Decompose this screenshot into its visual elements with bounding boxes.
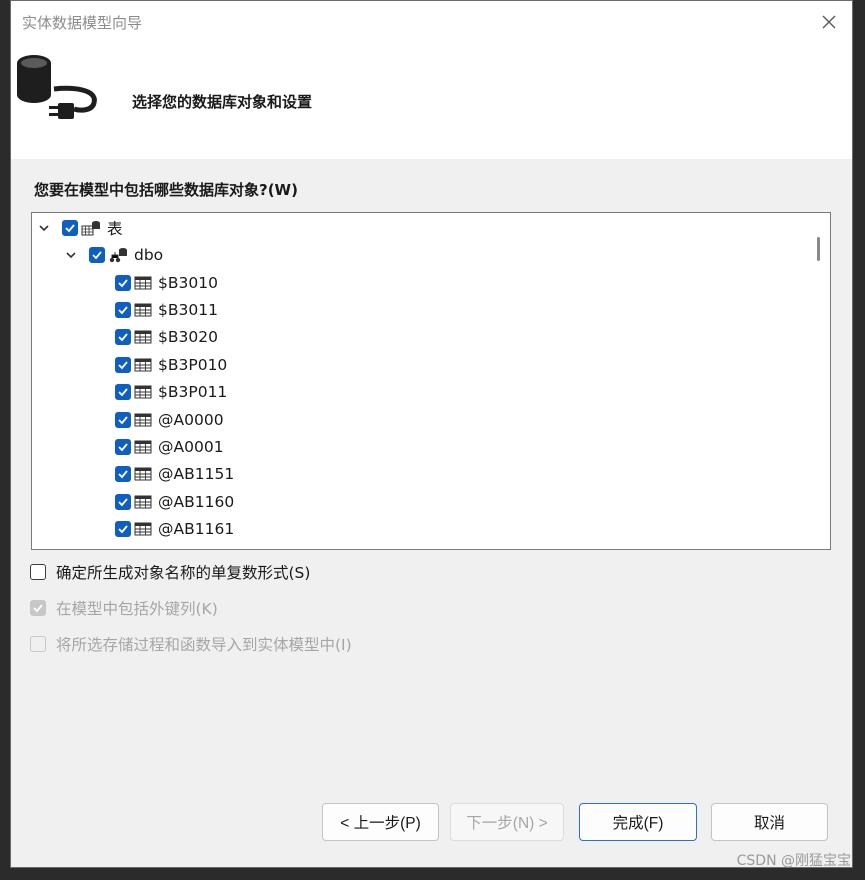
watermark: CSDN @刚猛宝宝: [736, 853, 851, 869]
table-label: @AB1151: [158, 465, 235, 484]
checkmark-icon: [118, 525, 128, 534]
header-title: 选择您的数据库对象和设置: [132, 93, 313, 111]
tree-node-schema-dbo[interactable]: dbo: [32, 241, 163, 268]
checkmark-icon: [118, 443, 128, 452]
chevron-down-icon[interactable]: [37, 221, 51, 235]
database-objects-tree[interactable]: 表 dbo $B3010 $B3011 $B3020 $B3P010 $B3P011 @A: [31, 212, 831, 550]
table-checkbox[interactable]: [115, 411, 131, 428]
schema-icon: [108, 246, 128, 264]
table-icon: [134, 412, 152, 428]
tree-node-label: 表: [107, 219, 123, 238]
window-title: 实体数据模型向导: [22, 14, 143, 32]
checkmark-icon: [118, 415, 128, 424]
table-label: $B3P010: [158, 355, 228, 374]
table-label: $B3020: [158, 328, 218, 347]
table-icon: [134, 329, 152, 345]
table-checkbox[interactable]: [115, 274, 131, 291]
table-label: $B3011: [158, 300, 218, 319]
tree-node-table[interactable]: $B3011: [32, 296, 218, 323]
checkmark-icon: [118, 306, 128, 315]
chevron-down-icon[interactable]: [64, 248, 78, 262]
pluralize-label: 确定所生成对象名称的单复数形式(S): [56, 564, 311, 582]
dbo-checkbox[interactable]: [89, 246, 105, 263]
tree-node-table[interactable]: $B3P010: [32, 351, 227, 378]
checkmark-icon: [118, 470, 128, 479]
table-icon: [134, 521, 152, 537]
tree-node-table[interactable]: @AB1160: [32, 488, 234, 515]
table-label: @AB1161: [158, 520, 235, 539]
tables-folder-icon: [81, 219, 101, 237]
table-checkbox[interactable]: [115, 356, 131, 373]
tree-node-table[interactable]: @AB1161: [32, 516, 234, 543]
table-icon: [134, 466, 152, 482]
import-procedures-checkbox: [30, 636, 46, 652]
wizard-header: 选择您的数据库对象和设置: [11, 43, 852, 159]
tree-scrollbar[interactable]: [808, 213, 830, 549]
table-icon: [134, 439, 152, 455]
back-button[interactable]: < 上一步(P): [322, 803, 439, 841]
option-foreign-key-columns: 在模型中包括外键列(K): [30, 597, 218, 619]
table-icon: [134, 494, 152, 510]
tree-node-tables[interactable]: 表: [32, 214, 123, 241]
tree-node-label: dbo: [134, 245, 164, 264]
checkmark-icon: [118, 361, 128, 370]
table-checkbox[interactable]: [115, 329, 131, 346]
checkmark-icon: [65, 223, 75, 232]
foreign-key-label: 在模型中包括外键列(K): [56, 600, 218, 618]
partial-row-checkbox[interactable]: [115, 548, 131, 549]
finish-button[interactable]: 完成(F): [579, 803, 697, 841]
tables-checkbox[interactable]: [62, 219, 78, 236]
table-icon: [134, 384, 152, 400]
checkmark-icon: [118, 333, 128, 342]
table-checkbox[interactable]: [115, 521, 131, 538]
checkmark-icon: [118, 278, 128, 287]
table-icon: [134, 275, 152, 291]
import-procedures-label: 将所选存储过程和函数导入到实体模型中(I): [56, 636, 352, 654]
table-label: @A0000: [158, 410, 224, 429]
tree-node-table[interactable]: $B3P011: [32, 379, 227, 406]
table-checkbox[interactable]: [115, 438, 131, 455]
tree-node-table[interactable]: $B3020: [32, 324, 218, 351]
cancel-button[interactable]: 取消: [711, 803, 828, 841]
table-checkbox[interactable]: [115, 384, 131, 401]
checkmark-icon: [118, 498, 128, 507]
checkmark-icon: [92, 250, 102, 259]
objects-prompt-label: 您要在模型中包括哪些数据库对象?(W): [34, 181, 298, 199]
tree-node-table[interactable]: @AB1151: [32, 461, 234, 488]
checkmark-icon: [33, 604, 43, 613]
entity-data-model-wizard-dialog: 实体数据模型向导 选择您的数据库对象和设置 您要在模型中包括哪些数据库对象?(W…: [10, 0, 853, 868]
close-icon: [822, 15, 836, 29]
next-button: 下一步(N) >: [450, 803, 564, 841]
scroll-thumb[interactable]: [817, 237, 820, 261]
option-pluralize[interactable]: 确定所生成对象名称的单复数形式(S): [30, 561, 310, 583]
table-checkbox[interactable]: [115, 466, 131, 483]
checkmark-icon: [118, 388, 128, 397]
table-icon: [134, 302, 152, 318]
table-label: @AB1160: [158, 492, 235, 511]
title-bar: 实体数据模型向导: [11, 1, 852, 43]
close-button[interactable]: [814, 7, 844, 37]
tree-node-table[interactable]: @A0000: [32, 406, 224, 433]
table-checkbox[interactable]: [115, 493, 131, 510]
database-connect-icon: [14, 51, 104, 135]
tree-node-partial: [32, 543, 131, 549]
tree-node-table[interactable]: @A0001: [32, 433, 224, 460]
table-label: $B3P011: [158, 383, 228, 402]
table-icon: [134, 357, 152, 373]
option-import-procedures: 将所选存储过程和函数导入到实体模型中(I): [30, 633, 352, 655]
table-label: $B3010: [158, 273, 218, 292]
foreign-key-checkbox: [30, 600, 46, 616]
table-checkbox[interactable]: [115, 301, 131, 318]
tree-node-table[interactable]: $B3010: [32, 269, 218, 296]
table-label: @A0001: [158, 437, 224, 456]
pluralize-checkbox[interactable]: [30, 564, 46, 580]
